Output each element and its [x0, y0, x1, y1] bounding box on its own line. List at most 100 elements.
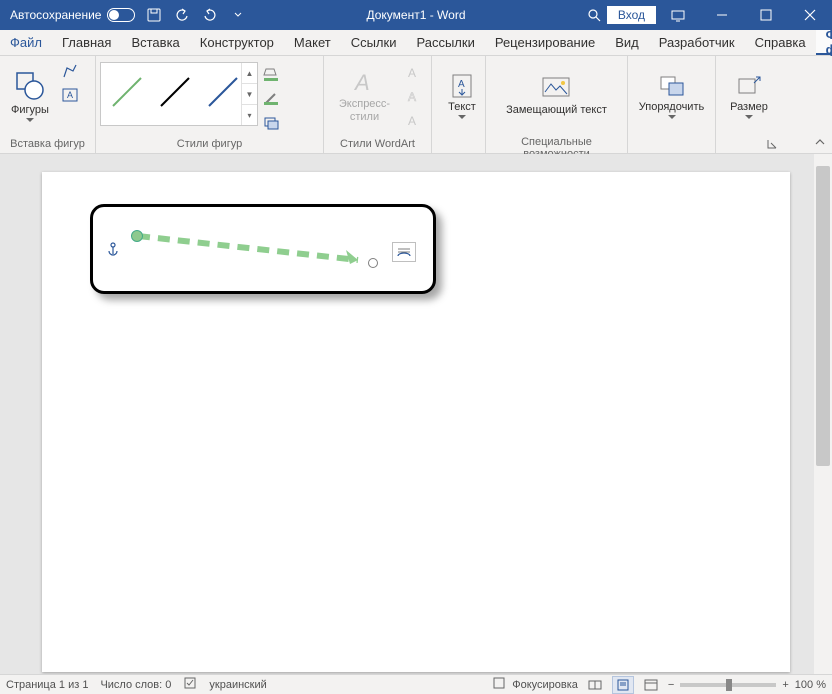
chevron-down-icon: [26, 118, 34, 122]
ribbon-display-icon[interactable]: [656, 0, 700, 30]
style-thumb-2[interactable]: [153, 67, 197, 117]
edit-shape-icon: [62, 63, 78, 79]
text-direction-icon: A: [450, 73, 474, 99]
gallery-more-icon[interactable]: ▾: [242, 105, 257, 125]
qat-dropdown-icon[interactable]: [225, 0, 251, 30]
group-accessibility: Замещающий текст Специальные возможности: [486, 56, 628, 153]
shapes-label: Фигуры: [11, 104, 49, 117]
print-layout-button[interactable]: [612, 676, 634, 694]
size-label: Размер: [730, 101, 768, 114]
status-page[interactable]: Страница 1 из 1: [6, 679, 88, 691]
ribbon-tabs: Файл Главная Вставка Конструктор Макет С…: [0, 30, 832, 56]
gallery-down-icon[interactable]: ▼: [242, 84, 257, 105]
login-button[interactable]: Вход: [607, 6, 656, 24]
edit-shape-button[interactable]: [58, 60, 82, 82]
wordart-a-icon: A: [351, 68, 379, 96]
group-shape-styles: ▲ ▼ ▾ Стили фигур: [96, 56, 324, 153]
scrollbar-thumb[interactable]: [816, 166, 830, 466]
text-direction-button[interactable]: A Текст: [436, 58, 488, 134]
collapse-ribbon-icon[interactable]: [812, 135, 828, 151]
tab-review[interactable]: Рецензирование: [485, 30, 605, 55]
group-label-size: [720, 136, 778, 153]
redo-icon[interactable]: [197, 0, 223, 30]
tab-home[interactable]: Главная: [52, 30, 121, 55]
text-box-button[interactable]: A: [58, 84, 82, 106]
group-label-wordart: Стили WordArt: [328, 136, 427, 153]
chevron-down-icon: [668, 115, 676, 119]
shape-fill-button[interactable]: [260, 64, 284, 86]
style-thumb-1[interactable]: [105, 67, 149, 117]
ribbon: Фигуры A Вставка фигур ▲ ▼ ▾: [0, 56, 832, 154]
zoom-out-button[interactable]: −: [668, 679, 674, 691]
alt-text-label: Замещающий текст: [506, 104, 607, 117]
svg-text:A: A: [458, 79, 465, 90]
zoom-slider-knob[interactable]: [726, 679, 732, 691]
status-focus-label[interactable]: Фокусировка: [512, 679, 578, 691]
text-box-icon: A: [62, 88, 78, 102]
status-word-count[interactable]: Число слов: 0: [100, 679, 171, 691]
size-icon: [736, 73, 762, 99]
web-layout-button[interactable]: [640, 676, 662, 694]
close-icon[interactable]: [788, 0, 832, 30]
alt-text-button[interactable]: Замещающий текст: [500, 58, 613, 134]
maximize-icon[interactable]: [744, 0, 788, 30]
shape-effects-button[interactable]: [260, 112, 284, 134]
selected-arrow-shape[interactable]: [130, 228, 380, 268]
shape-style-gallery[interactable]: ▲ ▼ ▾: [100, 62, 258, 126]
tab-developer[interactable]: Разработчик: [649, 30, 745, 55]
group-wordart-styles: A Экспресс-стили A A A Стили WordArt: [324, 56, 432, 153]
dialog-launcher-icon[interactable]: [766, 139, 778, 151]
group-size: Размер: [716, 56, 782, 153]
size-button[interactable]: Размер: [723, 58, 775, 134]
group-insert-shapes: Фигуры A Вставка фигур: [0, 56, 96, 153]
text-fill-icon: A: [406, 66, 424, 80]
group-label-insert-shapes: Вставка фигур: [4, 136, 91, 153]
svg-text:A: A: [408, 66, 416, 80]
quick-styles-button: A Экспресс-стили: [328, 58, 401, 134]
group-label-arrange: [632, 136, 711, 153]
search-icon[interactable]: [581, 0, 607, 30]
focus-mode-icon[interactable]: [492, 676, 506, 693]
tab-mailings[interactable]: Рассылки: [406, 30, 484, 55]
save-icon[interactable]: [141, 0, 167, 30]
tab-references[interactable]: Ссылки: [341, 30, 407, 55]
shape-outline-button[interactable]: [260, 88, 284, 110]
tab-view[interactable]: Вид: [605, 30, 649, 55]
zoom-slider[interactable]: [680, 683, 776, 687]
proofing-icon[interactable]: [183, 676, 197, 693]
undo-icon[interactable]: [169, 0, 195, 30]
autosave-toggle[interactable]: Автосохранение: [6, 8, 139, 22]
group-arrange: Упорядочить: [628, 56, 716, 153]
layout-options-icon: [396, 245, 412, 259]
group-label-text: [436, 136, 481, 153]
autosave-label: Автосохранение: [10, 8, 101, 22]
shape-handle-start[interactable]: [131, 230, 143, 242]
tab-shape-format[interactable]: Формат фиг: [816, 30, 832, 55]
style-thumb-3[interactable]: [201, 67, 245, 117]
svg-text:A: A: [408, 90, 416, 104]
quick-styles-label: Экспресс-стили: [334, 98, 395, 123]
tab-help[interactable]: Справка: [745, 30, 816, 55]
shapes-button[interactable]: Фигуры: [4, 58, 56, 134]
arrange-button[interactable]: Упорядочить: [633, 58, 710, 134]
title-bar: Автосохранение Документ1 - Word Вход: [0, 0, 832, 30]
svg-text:A: A: [353, 70, 370, 95]
vertical-scrollbar[interactable]: [814, 154, 832, 674]
zoom-in-button[interactable]: +: [782, 679, 788, 691]
read-mode-button[interactable]: [584, 676, 606, 694]
tab-design[interactable]: Конструктор: [190, 30, 284, 55]
tab-layout[interactable]: Макет: [284, 30, 341, 55]
layout-options-button[interactable]: [392, 242, 416, 262]
text-effects-button: A: [403, 110, 427, 132]
status-language[interactable]: украинский: [209, 679, 266, 691]
tab-file[interactable]: Файл: [0, 30, 52, 55]
gallery-up-icon[interactable]: ▲: [242, 63, 257, 84]
shape-handle-end[interactable]: [368, 258, 378, 268]
zoom-level[interactable]: 100 %: [795, 679, 826, 691]
tab-insert[interactable]: Вставка: [121, 30, 189, 55]
print-layout-icon: [616, 679, 630, 691]
minimize-icon[interactable]: [700, 0, 744, 30]
anchor-icon: [106, 242, 120, 261]
gallery-scroll: ▲ ▼ ▾: [241, 63, 257, 125]
read-mode-icon: [588, 679, 602, 691]
